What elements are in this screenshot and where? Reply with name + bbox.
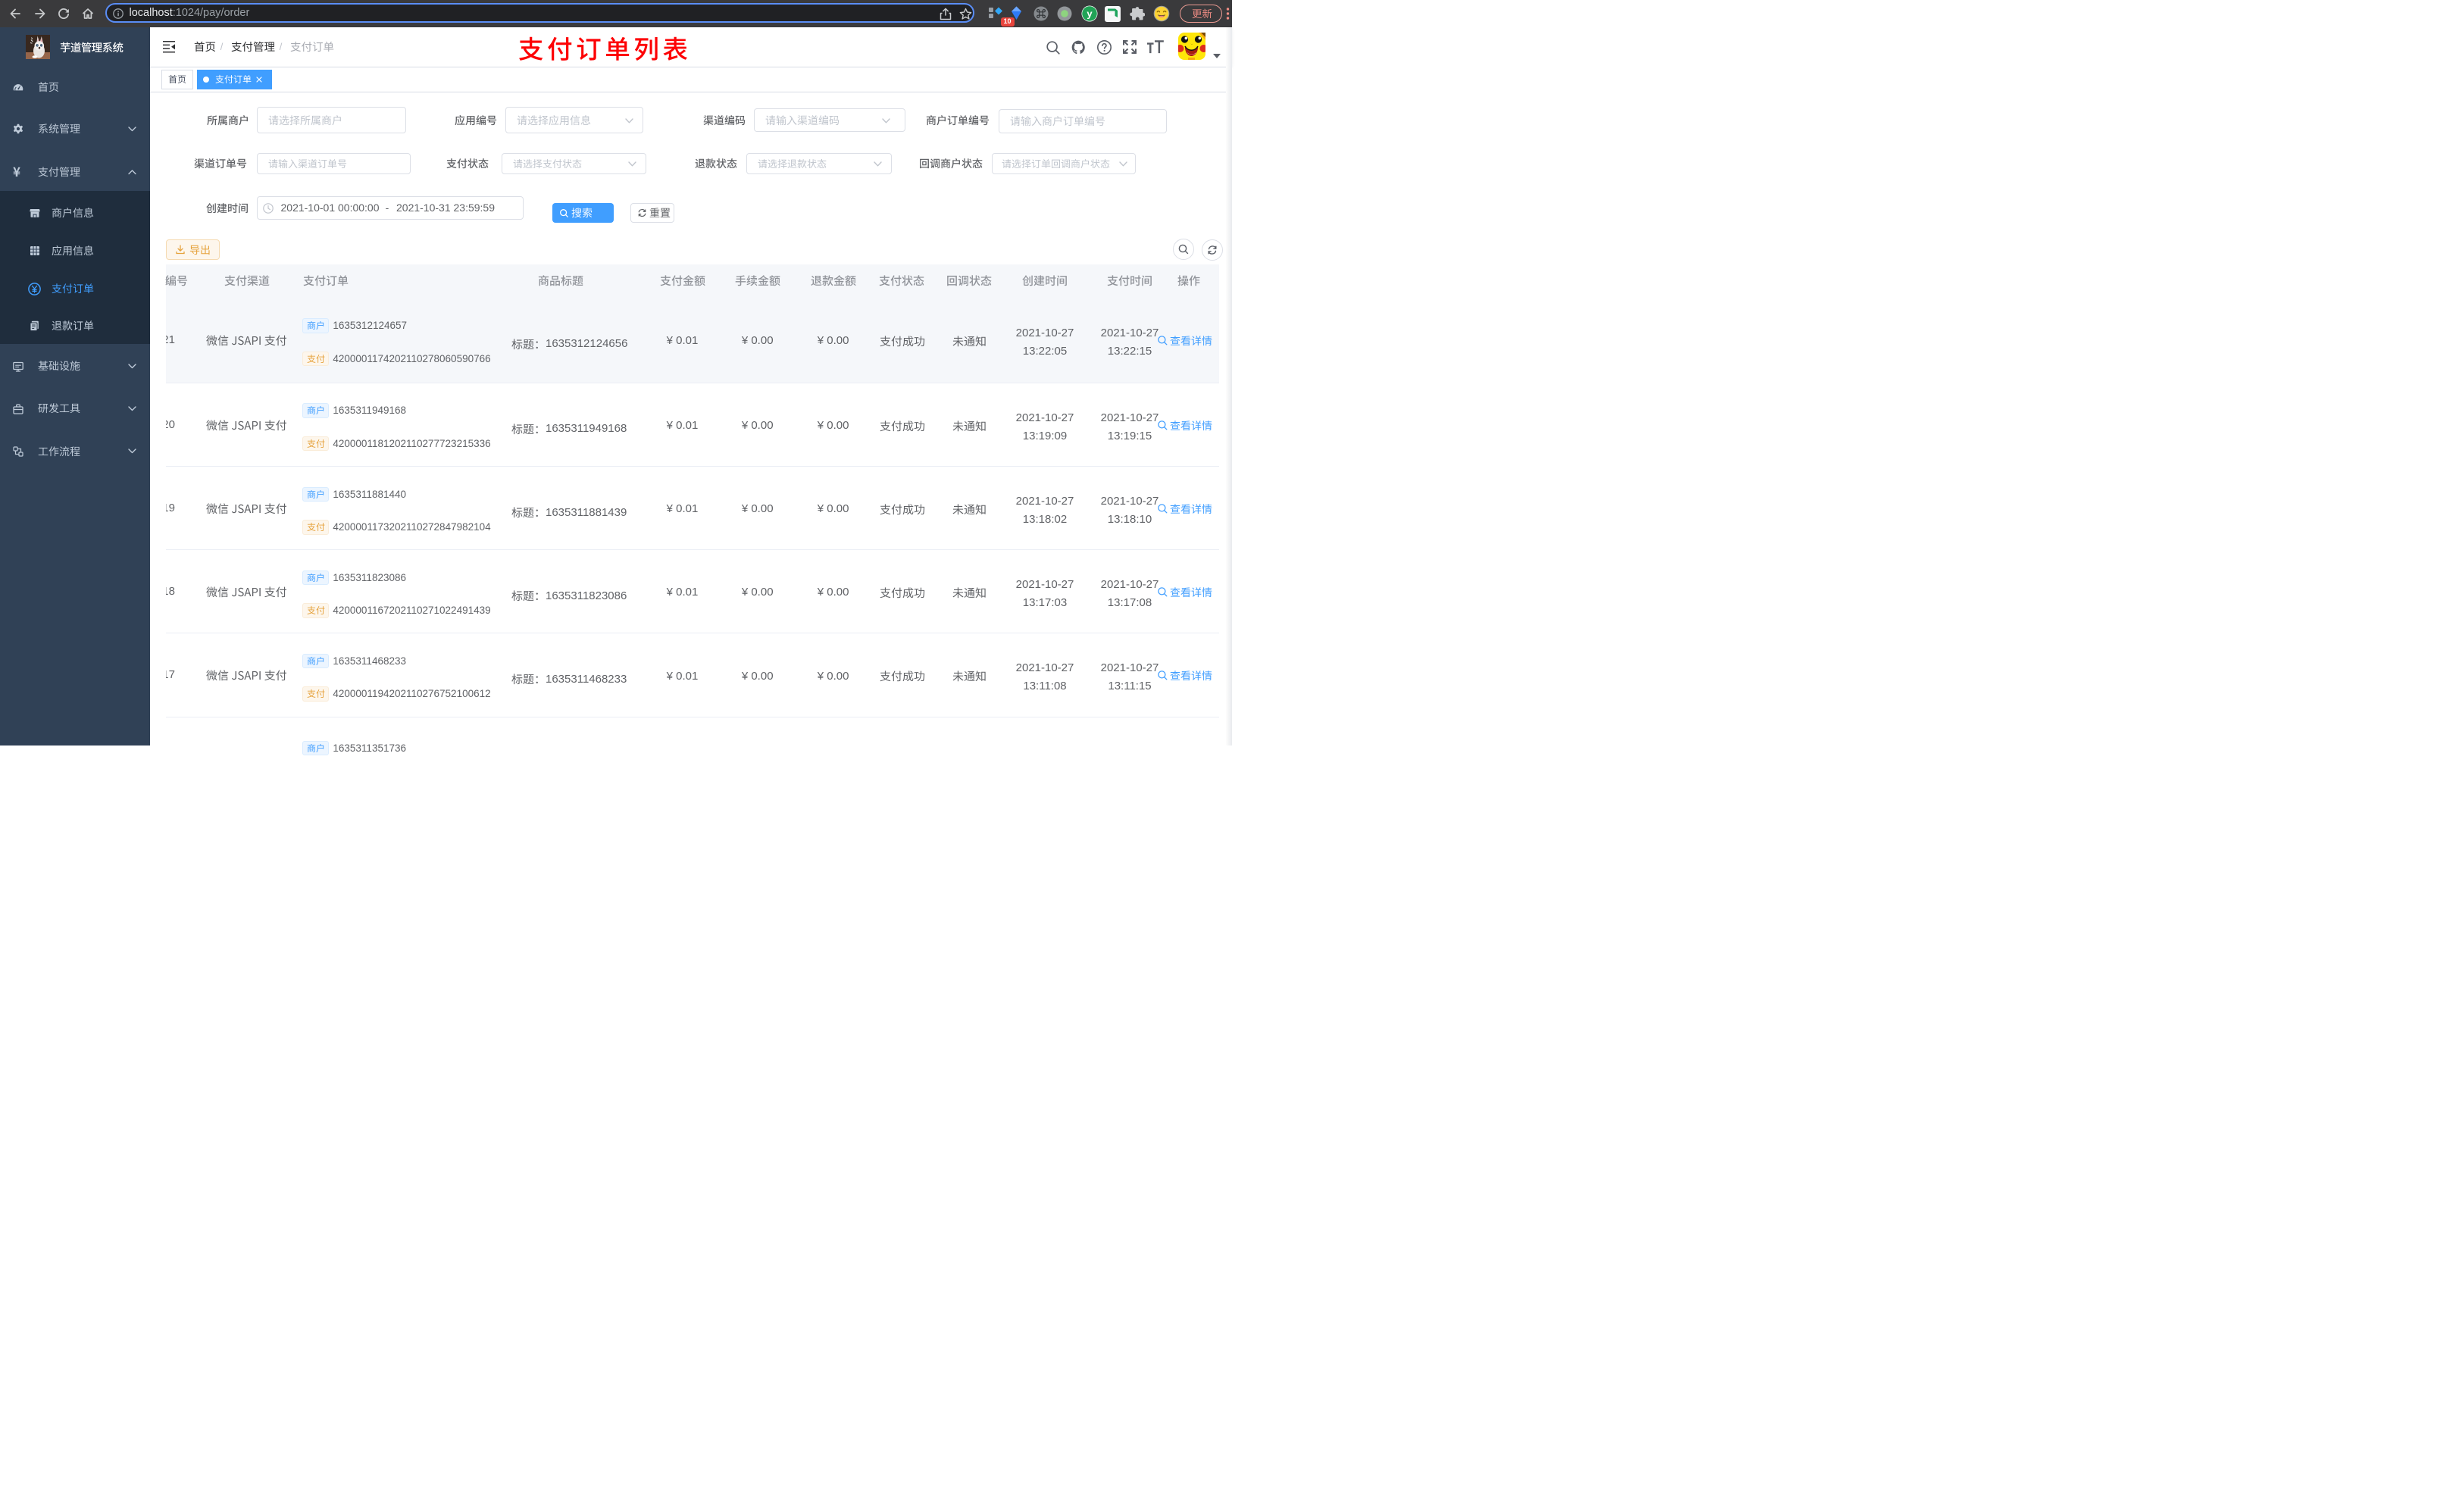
svg-text:y: y (1087, 8, 1093, 20)
